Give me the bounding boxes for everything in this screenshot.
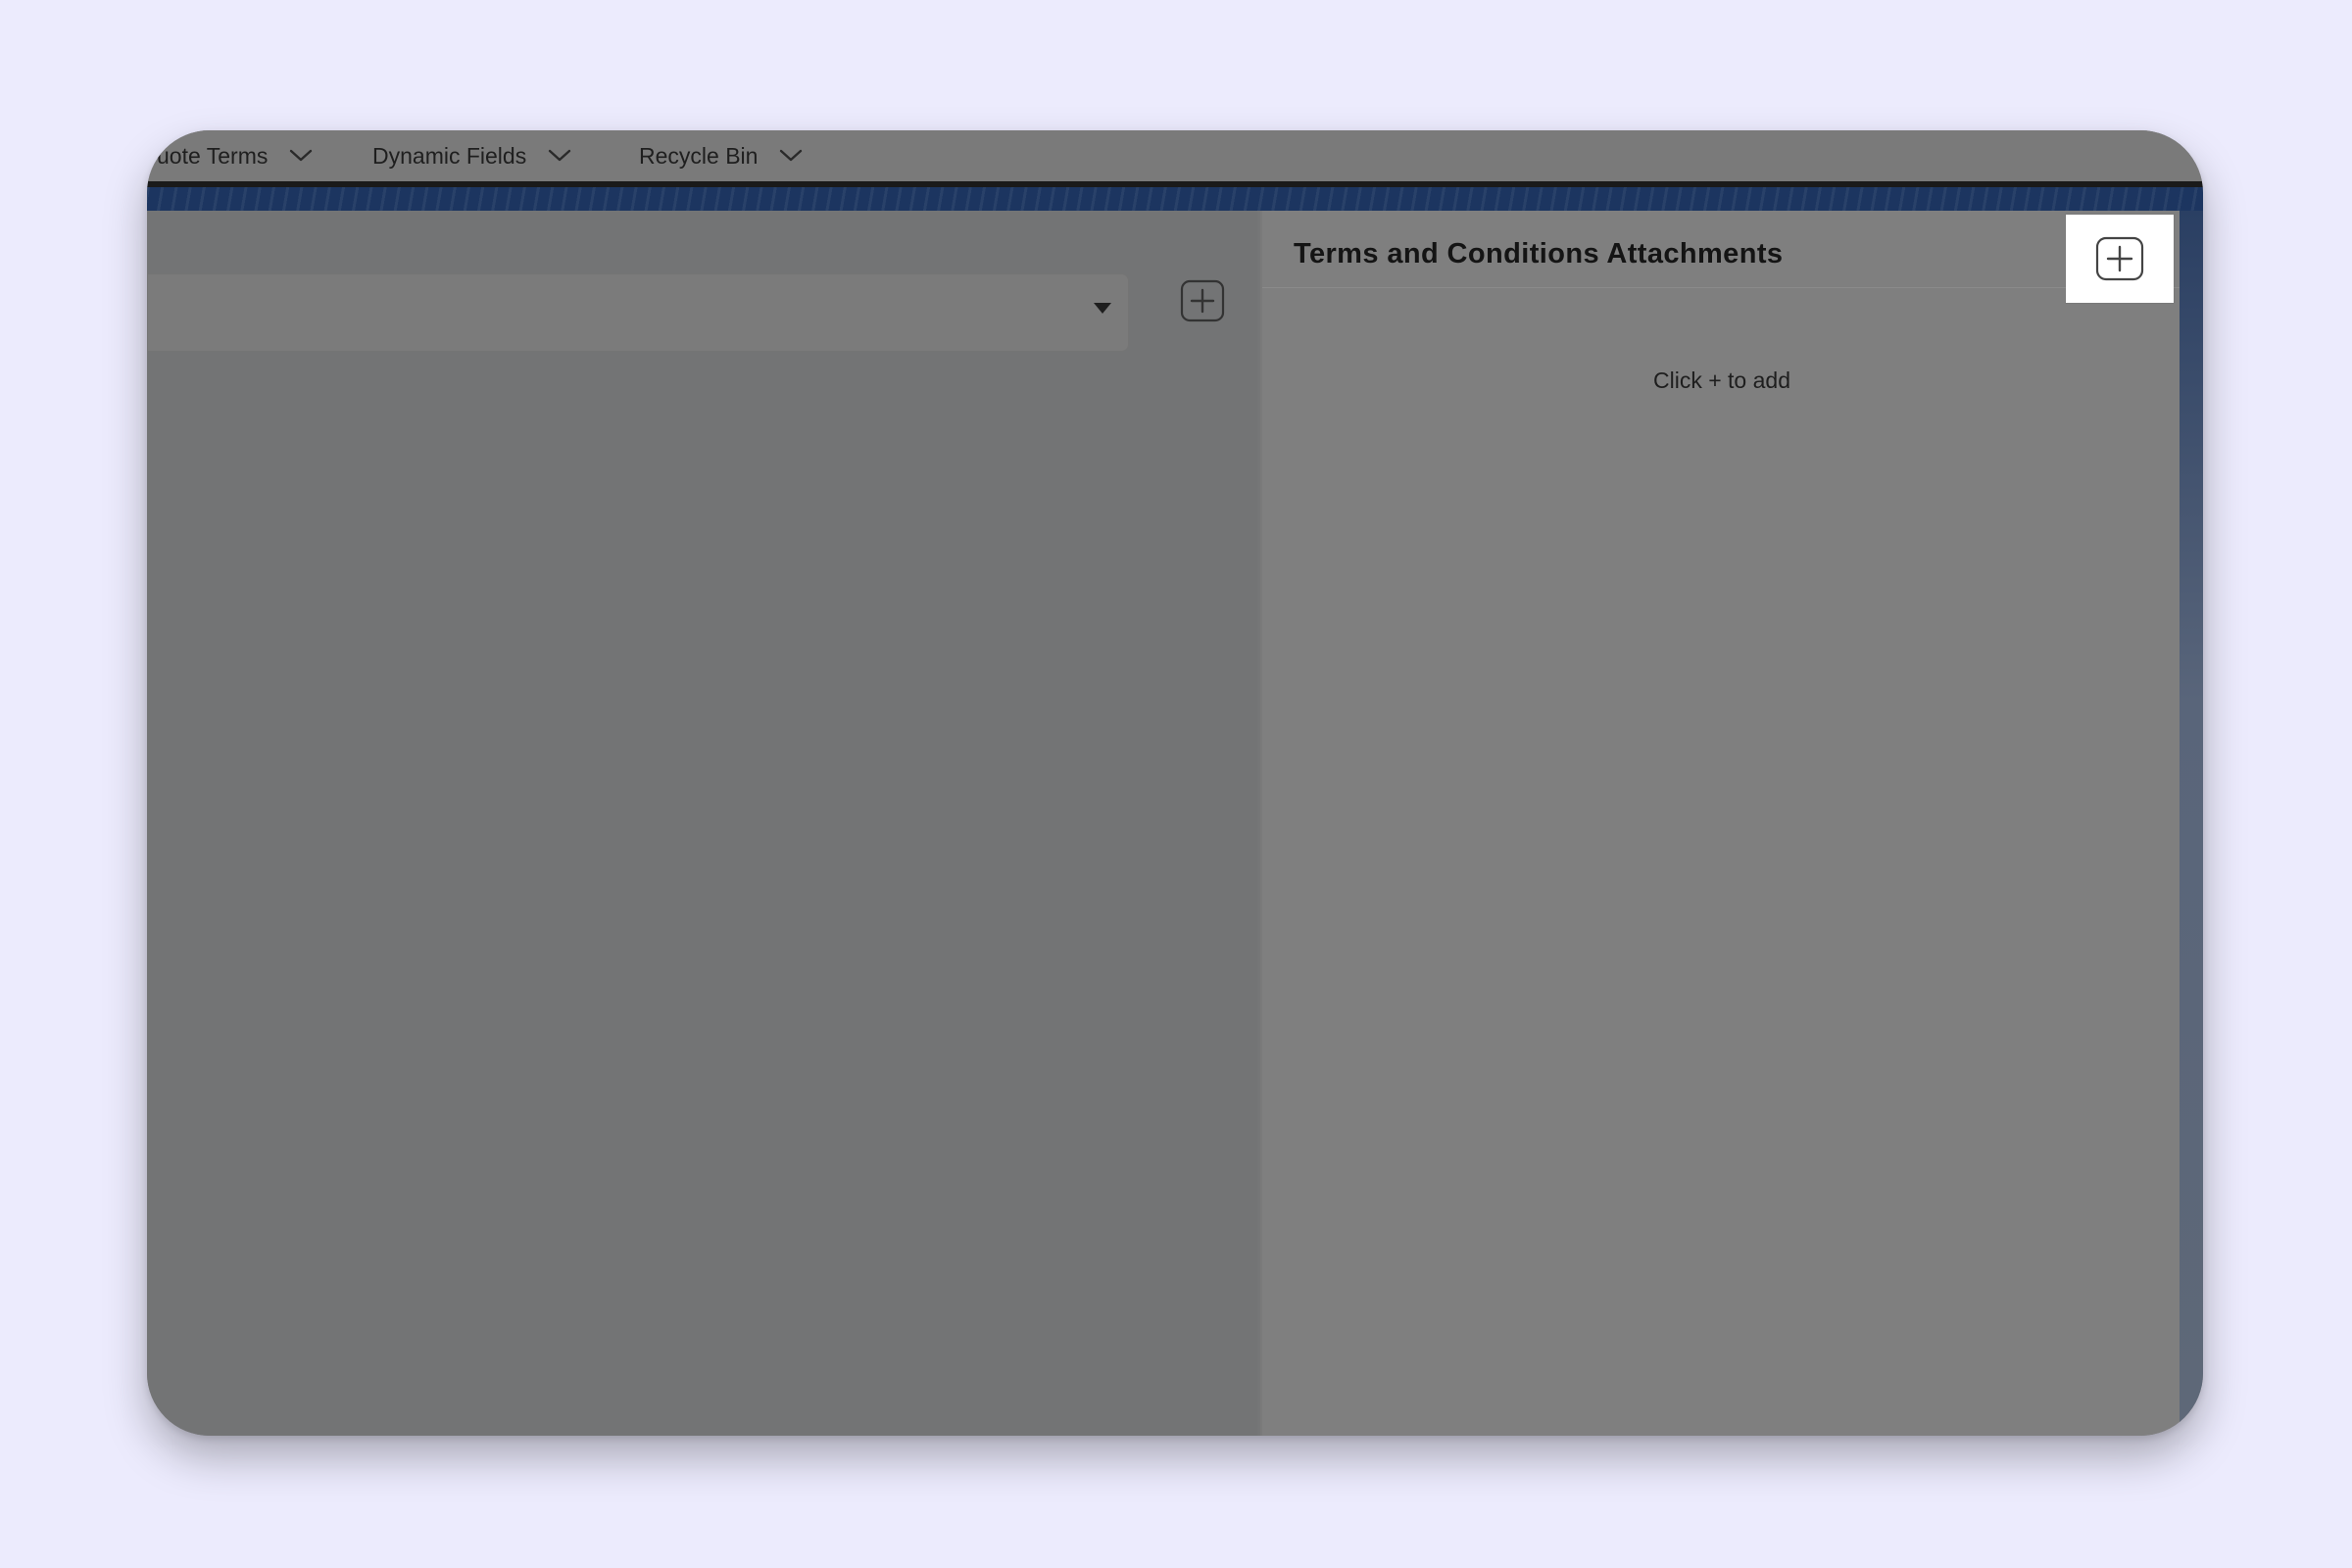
panel-divider bbox=[1262, 287, 2181, 288]
tab-quote-terms[interactable]: uote Terms bbox=[157, 130, 313, 181]
caret-down-icon[interactable] bbox=[1094, 303, 1111, 314]
chevron-down-icon[interactable] bbox=[289, 149, 313, 163]
tab-label: Recycle Bin bbox=[639, 142, 759, 169]
tab-label: Dynamic Fields bbox=[372, 142, 527, 169]
tab-label: uote Terms bbox=[157, 142, 269, 169]
plus-square-icon bbox=[1180, 279, 1225, 322]
add-attachment-button[interactable] bbox=[2066, 215, 2174, 303]
terms-panel bbox=[147, 211, 1257, 1436]
attachments-panel-title: Terms and Conditions Attachments bbox=[1294, 238, 1784, 270]
attachments-empty-hint: Click + to add bbox=[1653, 368, 1790, 393]
chevron-down-icon[interactable] bbox=[779, 149, 803, 163]
tab-recycle-bin[interactable]: Recycle Bin bbox=[639, 130, 803, 181]
chevron-down-icon[interactable] bbox=[548, 149, 571, 163]
terms-select[interactable] bbox=[147, 273, 1129, 352]
attachments-panel: Terms and Conditions Attachments Click +… bbox=[1260, 211, 2181, 1436]
plus-square-icon bbox=[2095, 236, 2144, 281]
top-nav: uote Terms Dynamic Fields Recycle Bin bbox=[147, 130, 2203, 181]
header-banner bbox=[147, 187, 2203, 211]
tab-dynamic-fields[interactable]: Dynamic Fields bbox=[372, 130, 571, 181]
app-window: uote Terms Dynamic Fields Recycle Bin Te… bbox=[147, 130, 2203, 1436]
background-edge bbox=[2180, 211, 2203, 1436]
add-term-button[interactable] bbox=[1180, 279, 1225, 322]
